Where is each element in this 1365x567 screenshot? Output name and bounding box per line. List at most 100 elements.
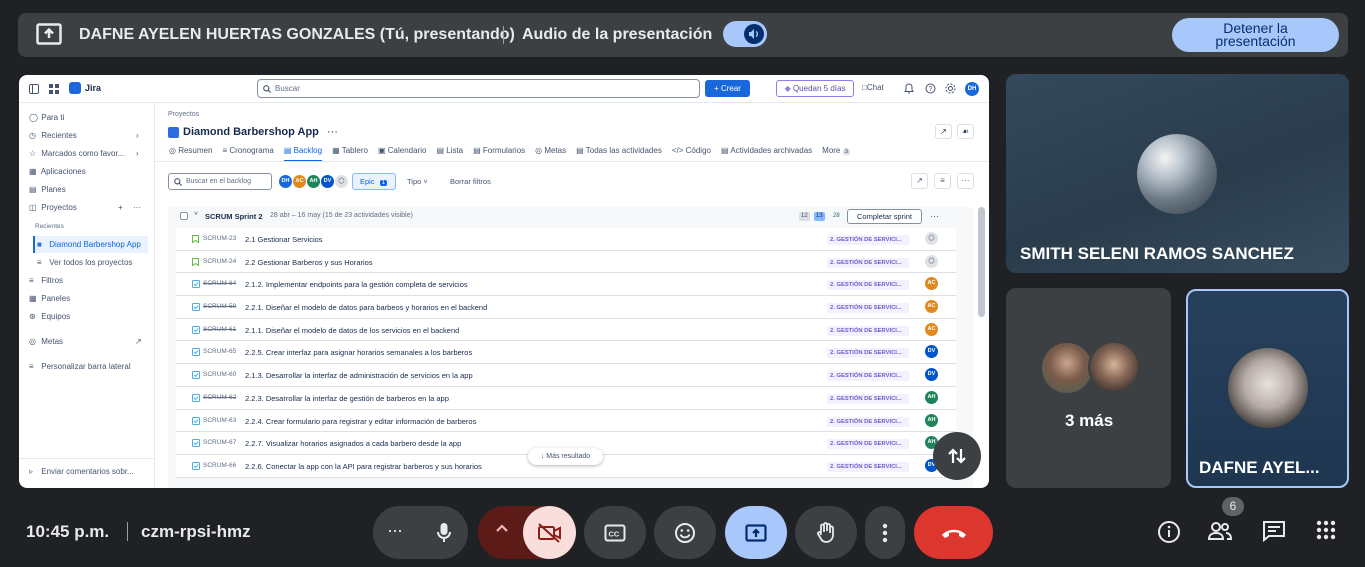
issue-key[interactable]: SCRUM-64 <box>203 280 236 287</box>
epic-badge[interactable]: 2. GESTIÓN DE SERVICI... <box>827 348 909 359</box>
settings-sliders-icon[interactable]: ≡ <box>934 173 951 189</box>
trial-button[interactable]: ◆ Quedan 5 días <box>776 80 854 97</box>
issue-summary[interactable]: 2.2.6. Conectar la app con la API para r… <box>245 462 482 471</box>
sidebar-item-proyectos[interactable]: ◫ Proyectos <box>29 203 77 212</box>
share-icon[interactable]: ☙ <box>957 124 974 139</box>
complete-sprint-button[interactable]: Completar sprint <box>847 209 922 224</box>
issue-summary[interactable]: 2.2.7. Visualizar horarios asignados a c… <box>245 439 461 448</box>
tab-codigo[interactable]: </> Código <box>672 146 711 162</box>
bell-icon[interactable] <box>904 83 914 94</box>
sidebar-item-planes[interactable]: ▤ Planes <box>29 185 66 194</box>
chevron-right-icon[interactable]: › <box>136 149 139 158</box>
table-row[interactable]: SCRUM-23 2.1 Gestionar Servicios 2. GESTIÓ… <box>176 228 956 251</box>
reactions-button[interactable] <box>654 506 716 559</box>
more-icon[interactable]: ··· <box>930 211 939 221</box>
tab-more[interactable]: More 3 <box>822 146 850 162</box>
epic-badge[interactable]: 2. GESTIÓN DE SERVICI... <box>827 439 909 450</box>
issue-summary[interactable]: 2.2.5. Crear interfaz para asignar horar… <box>245 348 472 357</box>
info-icon[interactable] <box>1157 520 1181 544</box>
sidebar-project-link[interactable]: ■ Diamond Barbershop App <box>37 240 141 249</box>
epic-filter-button[interactable]: Epic 1 <box>352 173 396 190</box>
avatar[interactable]: AC <box>293 175 306 188</box>
clear-filters-button[interactable]: Borrar filtros <box>450 177 491 186</box>
sidebar-feedback[interactable]: ▹ Enviar comentarios sobr... <box>29 467 134 476</box>
chevron-up-icon[interactable] <box>495 523 509 533</box>
issue-summary[interactable]: 2.1.2. Implementar endpoints para la ges… <box>245 280 468 289</box>
avatar[interactable]: DV <box>321 175 334 188</box>
issue-key[interactable]: SCRUM-65 <box>203 348 236 355</box>
issue-key[interactable]: SCRUM-59 <box>203 303 236 310</box>
table-row[interactable]: SCRUM-63 2.2.4. Crear formulario para reg… <box>176 409 956 433</box>
breadcrumb[interactable]: Proyectos <box>168 111 199 118</box>
avatar[interactable]: AC <box>925 322 938 336</box>
sidebar-item-equipos[interactable]: ⊛ Equipos <box>29 312 70 321</box>
backlog-search-input[interactable]: Buscar en el backlog <box>168 173 272 190</box>
add-icon[interactable]: + <box>118 203 123 212</box>
table-row[interactable]: SCRUM-24 2.2 Gestionar Barberos y sus Hor… <box>176 250 956 274</box>
avatar[interactable]: DV <box>925 345 938 359</box>
more-icon[interactable]: ··· <box>957 173 974 189</box>
sidebar-item-recientes[interactable]: ◷ Recientes <box>29 131 77 140</box>
epic-badge[interactable]: 2. GESTIÓN DE SERVICI... <box>827 393 909 404</box>
tab-todas-actividades[interactable]: ▤ Todas las actividades <box>576 146 662 162</box>
issue-key[interactable]: SCRUM-66 <box>203 462 236 469</box>
more-icon[interactable]: ··· <box>133 203 141 212</box>
people-icon[interactable] <box>1207 520 1233 542</box>
type-filter-button[interactable]: Tipo ˅ <box>407 177 428 186</box>
tab-archivadas[interactable]: ▤ Actividades archivadas <box>721 146 812 162</box>
table-row[interactable]: SCRUM-65 2.2.5. Crear interfaz para asign… <box>176 341 956 365</box>
epic-badge[interactable]: 2. GESTIÓN DE SERVICI... <box>827 416 909 427</box>
table-row[interactable]: SCRUM-62 2.2.3. Desarrollar la interfaz d… <box>176 386 956 410</box>
mic-button[interactable] <box>421 508 466 557</box>
sidebar-item-paneles[interactable]: ▦ Paneles <box>29 294 70 303</box>
participant-tile-self[interactable]: DAFNE AYEL... <box>1186 289 1349 488</box>
epic-badge[interactable]: 2. GESTIÓN DE SERVICI... <box>827 461 909 472</box>
sidebar-customize[interactable]: ≡ Personalizar barra lateral <box>29 362 131 371</box>
tab-cronograma[interactable]: ≡ Cronograma <box>222 146 273 162</box>
issue-summary[interactable]: 2.2.1. Diseñar el modelo de datos para b… <box>245 303 487 312</box>
swap-view-button[interactable] <box>933 432 981 480</box>
audio-toggle[interactable] <box>723 21 767 47</box>
tab-tablero[interactable]: ▦ Tablero <box>332 146 368 162</box>
gear-icon[interactable] <box>945 83 956 94</box>
raise-hand-button[interactable] <box>795 506 857 559</box>
avatar[interactable]: DH <box>965 82 979 96</box>
issue-summary[interactable]: 2.1.3. Desarrollar la interfaz de admini… <box>245 371 473 380</box>
stop-presenting-button[interactable]: Detener la presentación <box>1172 18 1339 52</box>
table-row[interactable]: SCRUM-60 2.1.3. Desarrollar la interfaz d… <box>176 364 956 387</box>
chevron-down-icon[interactable]: ˅ <box>194 211 198 218</box>
participant-tile[interactable]: SMITH SELENI RAMOS SANCHEZ <box>1006 74 1349 273</box>
issue-key[interactable]: SCRUM-62 <box>203 394 236 401</box>
create-button[interactable]: + Crear <box>705 80 750 97</box>
person-icon[interactable]: ◯ <box>335 175 348 188</box>
sidebar-item-aplicaciones[interactable]: ▦ Aplicaciones <box>29 167 86 176</box>
issue-key[interactable]: SCRUM-63 <box>203 417 236 424</box>
chevron-right-icon[interactable]: › <box>136 131 139 140</box>
epic-badge[interactable]: 2. GESTIÓN DE SERVICI... <box>827 235 909 245</box>
sidebar-item-metas[interactable]: ◎ Metas <box>29 337 63 346</box>
epic-badge[interactable]: 2. GESTIÓN DE SERVICI... <box>827 280 909 291</box>
avatar[interactable]: AH <box>925 413 938 427</box>
issue-summary[interactable]: 2.2.4. Crear formulario para registrar y… <box>245 417 476 426</box>
help-icon[interactable]: ? <box>925 83 936 94</box>
avatar[interactable]: AH <box>307 175 320 188</box>
more-icon[interactable]: ··· <box>327 126 338 138</box>
chat-button[interactable]: □Chat <box>862 83 884 92</box>
external-link-icon[interactable]: ↗ <box>135 337 142 346</box>
epic-badge[interactable]: 2. GESTIÓN DE SERVICI... <box>827 325 909 336</box>
sidebar-item-favoritos[interactable]: ☆ Marcados como favor... <box>29 149 124 158</box>
more-options-button[interactable] <box>865 506 905 559</box>
epic-badge[interactable]: 2. GESTIÓN DE SERVICI... <box>827 257 909 268</box>
avatar[interactable]: DV <box>925 368 938 382</box>
activities-grid-icon[interactable] <box>1316 520 1336 540</box>
expand-icon[interactable]: ↗ <box>935 124 952 139</box>
search-input[interactable]: Buscar <box>257 79 700 98</box>
jira-logo[interactable]: Jira <box>69 82 101 94</box>
app-switcher-icon[interactable] <box>49 84 59 94</box>
scrollbar[interactable] <box>978 207 985 317</box>
tab-calendario[interactable]: ▣ Calendario <box>378 146 426 162</box>
insights-icon[interactable]: ↗ <box>911 173 928 189</box>
participant-tile[interactable]: 3 más <box>1006 288 1171 488</box>
tab-formularios[interactable]: ▤ Formularios <box>473 146 525 162</box>
tab-metas[interactable]: ◎ Metas <box>535 146 566 162</box>
